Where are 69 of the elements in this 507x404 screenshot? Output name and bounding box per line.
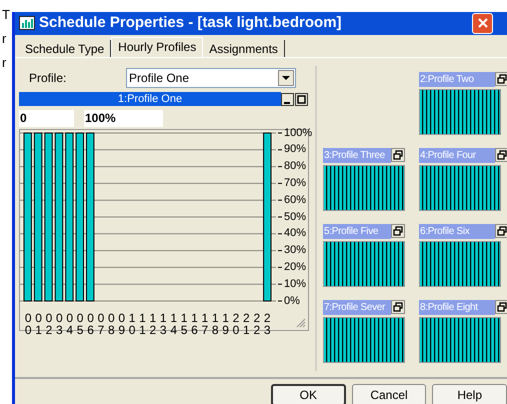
dialog-button[interactable]: Cancel xyxy=(352,384,426,404)
close-button[interactable] xyxy=(472,12,493,34)
max-value-field[interactable]: 100% xyxy=(84,110,163,126)
axis-label: 01 xyxy=(34,312,43,336)
axis-label: 17 xyxy=(200,312,210,336)
axis-label: 10% xyxy=(284,278,306,290)
min-value-field[interactable]: 0 xyxy=(19,110,74,126)
axis-label: 50% xyxy=(284,210,306,222)
dialog-button[interactable]: OK xyxy=(271,384,346,404)
axis-label: 70% xyxy=(284,176,306,189)
restore-icon[interactable] xyxy=(495,224,507,238)
axis-label: 22 xyxy=(252,312,262,336)
restore-icon[interactable] xyxy=(495,300,507,314)
background-text: r xyxy=(2,32,8,46)
hour-bar[interactable] xyxy=(263,132,272,301)
axis-label: 07 xyxy=(96,312,106,336)
restore-icon[interactable] xyxy=(495,72,507,86)
hour-bar[interactable] xyxy=(65,132,74,301)
hour-bar[interactable] xyxy=(54,132,64,301)
axis-label: 11 xyxy=(138,312,147,336)
axis-label: 02 xyxy=(44,312,54,336)
axis-label: 20 xyxy=(232,312,240,336)
axis-label: 04 xyxy=(65,312,74,336)
axis-label: 90% xyxy=(284,143,306,156)
tab[interactable]: Hourly Profiles xyxy=(111,36,204,56)
axis-label: 21 xyxy=(242,312,251,336)
axis-label: 23 xyxy=(262,312,272,336)
axis-label: 06 xyxy=(86,312,95,336)
axis-label: 100% xyxy=(284,126,312,138)
profile-label: Profile: xyxy=(29,70,68,86)
background-text: r xyxy=(2,56,8,70)
resize-grip-icon[interactable] xyxy=(295,316,306,328)
axis-label: 13 xyxy=(158,312,168,336)
restore-icon[interactable] xyxy=(495,148,507,162)
axis-label: 80% xyxy=(284,160,306,172)
maximize-icon[interactable] xyxy=(295,92,308,106)
hour-bar[interactable] xyxy=(34,132,42,301)
profile-dropdown[interactable]: Profile One xyxy=(126,68,296,88)
axis-label: 05 xyxy=(76,312,84,336)
dialog-button[interactable]: Help xyxy=(432,384,507,404)
axis-label: 30% xyxy=(284,244,306,256)
axis-label: 12 xyxy=(148,312,158,336)
axis-label: 18 xyxy=(210,312,220,336)
window-title: Schedule Properties - [task light.bedroom] xyxy=(39,13,342,33)
axis-label: 16 xyxy=(190,312,199,336)
axis-label: 19 xyxy=(221,312,230,336)
chart-app-icon xyxy=(19,16,35,30)
close-icon xyxy=(478,18,488,28)
axis-label: 15 xyxy=(180,312,188,336)
hour-bar[interactable] xyxy=(86,132,94,301)
axis-label: 08 xyxy=(106,312,116,336)
axis-label: 00 xyxy=(24,312,33,336)
axis-label: 20% xyxy=(284,260,306,273)
hour-bar[interactable] xyxy=(44,132,53,301)
restore-icon[interactable] xyxy=(391,224,405,238)
background-text: T xyxy=(2,8,10,22)
axis-label: 40% xyxy=(284,227,306,240)
restore-icon[interactable] xyxy=(391,300,405,314)
hour-bar[interactable] xyxy=(76,132,84,301)
profile-window-title-bar: 1:Profile One xyxy=(19,92,281,106)
axis-label: 09 xyxy=(117,312,126,336)
minimize-icon[interactable] xyxy=(281,92,294,106)
restore-icon[interactable] xyxy=(391,148,405,162)
hour-bar[interactable] xyxy=(24,132,32,301)
axis-label: 60% xyxy=(284,194,306,206)
axis-label: 10 xyxy=(128,312,136,336)
axis-label: 03 xyxy=(55,312,64,336)
axis-label: 0% xyxy=(284,294,300,306)
axis-label: 14 xyxy=(169,312,178,336)
